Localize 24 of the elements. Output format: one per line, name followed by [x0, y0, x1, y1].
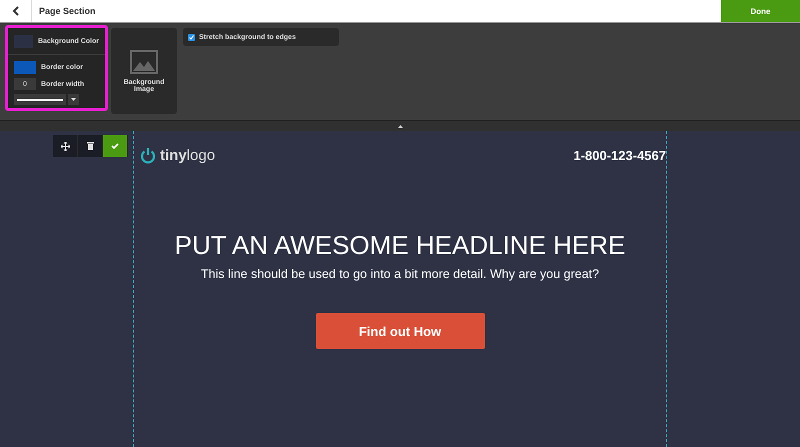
- collapse-icon[interactable]: [398, 124, 402, 128]
- image-icon: [130, 50, 158, 74]
- caret-icon: [71, 98, 76, 101]
- page-title: Page Section: [39, 6, 97, 16]
- subheadline: This line should be used to go into a bit more detail. Why are you great?: [200, 267, 600, 281]
- dropdown-button[interactable]: [68, 94, 79, 105]
- phone-number: 1-800-123-4567: [573, 148, 666, 163]
- headline: PUT AN AWESOME HEADLINE HERE: [174, 230, 626, 261]
- trash-icon: [86, 142, 94, 150]
- border-color-swatch[interactable]: [14, 60, 36, 74]
- line-style-icon: [17, 98, 63, 100]
- power-icon: [140, 147, 156, 164]
- delete-button[interactable]: [78, 135, 103, 157]
- line-style-select[interactable]: [14, 94, 66, 105]
- background-color-swatch[interactable]: [14, 34, 33, 48]
- check-icon: [111, 143, 119, 149]
- move-button[interactable]: [53, 135, 78, 157]
- move-icon: [60, 142, 70, 150]
- back-icon: [12, 6, 20, 16]
- cta-button[interactable]: Find out How: [316, 313, 484, 349]
- confirm-button[interactable]: [103, 135, 128, 157]
- done-button[interactable]: Done: [721, 0, 800, 22]
- checkbox[interactable]: [188, 34, 195, 40]
- logo: tinylogo: [140, 147, 216, 164]
